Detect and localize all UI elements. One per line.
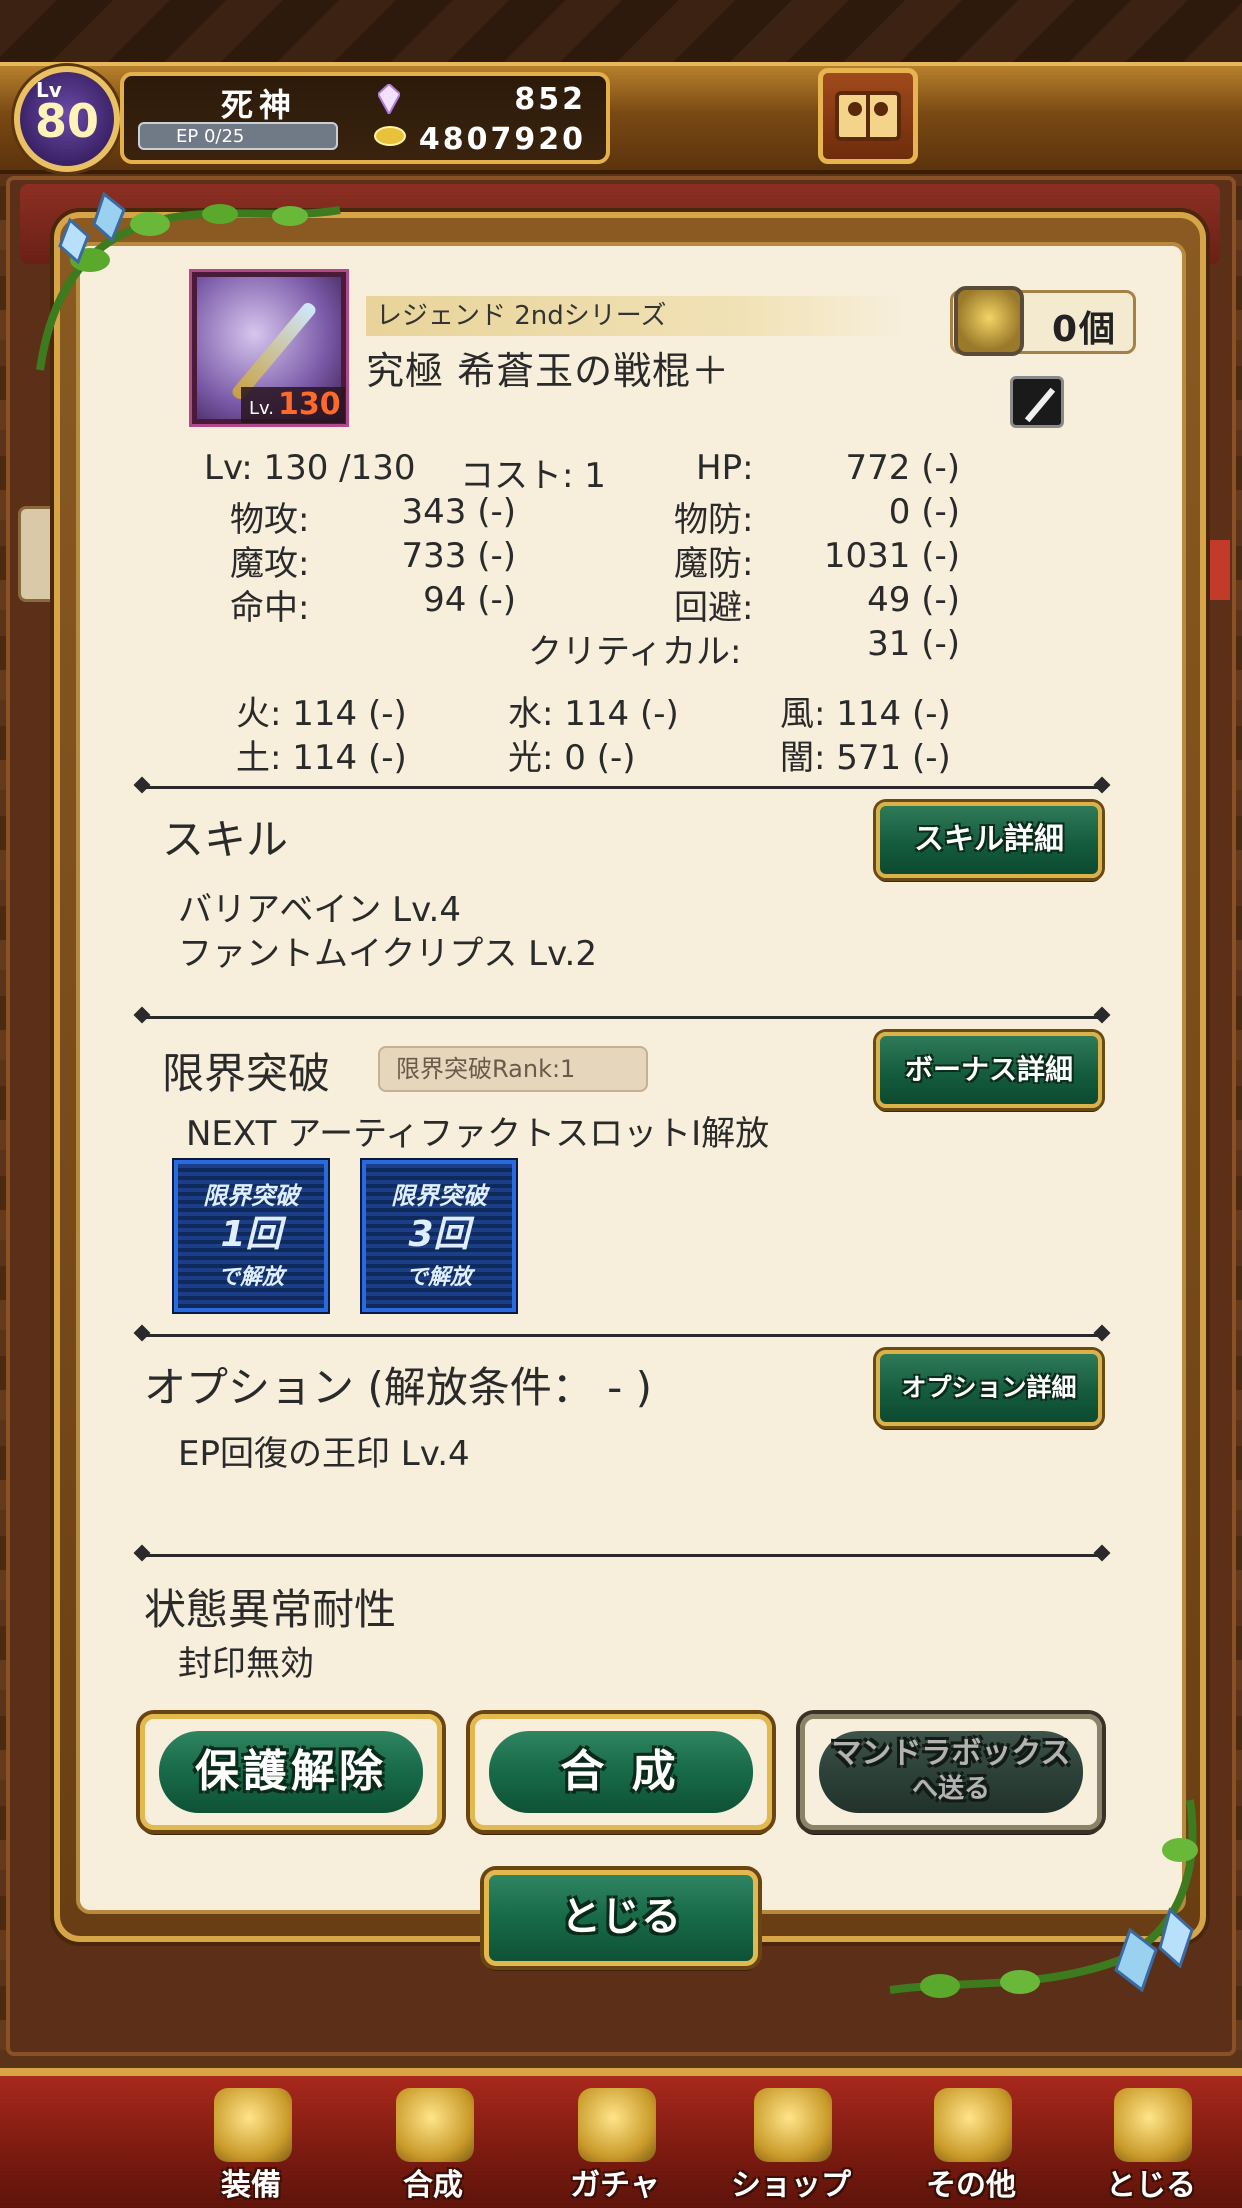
badge-line3: で解放 [217,1265,284,1290]
stat-critical-label: クリティカル: [528,632,742,672]
stat-dark: 闇: 571 (-) [780,738,951,778]
crystal-count: 852 [514,82,586,117]
stat-hp-label: HP: [696,448,754,488]
skill-title: スキル [162,815,289,864]
stat-water: 水: 114 (-) [508,694,679,734]
stat-matk-value: 733 (-) [401,536,516,576]
skill-item: バリアベイン Lv.4 [178,890,461,930]
limit-break-badge: 限界突破 3回 で解放 [362,1160,516,1312]
resistance-text: 封印無効 [178,1644,314,1684]
item-series: レジェンド 2ndシリーズ [366,296,906,336]
bonus-detail-button[interactable]: ボーナス詳細 [876,1032,1102,1108]
stat-evasion-value: 49 (-) [867,580,960,620]
unprotect-button[interactable]: 保護解除 [140,1714,442,1830]
item-thumbnail: Lv. 130 [192,272,346,424]
equipment-icon [214,2088,292,2162]
stat-patk-value: 343 (-) [401,492,516,532]
player-level-badge: Lv 80 [14,66,120,172]
resistance-title: 状態異常耐性 [144,1585,397,1634]
player-level: 80 [34,94,99,148]
nav-close[interactable]: とじる [1076,2084,1226,2208]
badge-line1: 限界突破 [203,1182,299,1210]
item-thumbnail-level-prefix: Lv. [249,398,275,419]
gear-icon [934,2088,1012,2162]
stat-fire: 火: 114 (-) [236,694,407,734]
stat-cost: コスト: 1 [460,456,606,496]
ep-label: EP 0/25 [176,126,245,147]
stat-mdef-value: 1031 (-) [823,536,960,576]
divider [140,1016,1104,1019]
badge-line3: で解放 [405,1265,472,1290]
stat-hp-value: 772 (-) [845,448,960,488]
fuse-button[interactable]: 合 成 [470,1714,772,1830]
item-name: 究極 希蒼玉の戦棍＋ [366,349,731,393]
stat-pdef-label: 物防: [674,500,754,540]
stat-accuracy-value: 94 (-) [423,580,516,620]
item-thumbnail-level-value: 130 [278,387,341,422]
unprotect-label: 保護解除 [195,1746,387,1797]
owned-count: 0個 [1052,309,1118,350]
option-title: オプション (解放条件： - ) [144,1363,652,1412]
nav-equipment[interactable]: 装備 [176,2084,326,2208]
nav-gacha[interactable]: ガチャ [540,2084,690,2208]
book-button[interactable] [818,68,918,164]
staff-icon [1024,387,1056,423]
hammer-icon [396,2088,474,2162]
skill-item: ファントムイクリプス Lv.2 [178,934,597,974]
mandragora-icon [954,286,1024,356]
nav-label: ショップ [731,2168,851,2203]
nav-label: 装備 [221,2168,281,2203]
stat-critical-value: 31 (-) [867,624,960,664]
nav-shop[interactable]: ショップ [716,2084,866,2208]
stat-pdef-value: 0 (-) [888,492,960,532]
coin-count: 4807920 [418,122,586,157]
book-icon [835,91,901,141]
ep-bar: EP 0/25 [138,122,338,150]
close-button[interactable]: とじる [484,1870,758,1966]
divider [140,1554,1104,1557]
close-icon [1114,2088,1192,2162]
stat-mdef-label: 魔防: [674,544,754,584]
limit-break-badge: 限界突破 1回 で解放 [174,1160,328,1312]
weapon-type-icon [1010,376,1064,428]
send-label-line2: へ送る [911,1774,990,1804]
stat-light: 光: 0 (-) [508,738,636,778]
nav-label: その他 [926,2168,1016,2203]
fuse-label: 合 成 [560,1746,682,1797]
divider [140,1334,1104,1337]
stat-matk-label: 魔攻: [230,544,310,584]
limit-break-title: 限界突破 [162,1049,331,1098]
shop-icon [754,2088,832,2162]
nav-label: 合成 [403,2168,463,2203]
gacha-icon [578,2088,656,2162]
player-name: 死神 [220,86,297,124]
divider [140,786,1104,789]
stat-earth: 土: 114 (-) [236,738,407,778]
option-text: EP回復の王印 Lv.4 [178,1434,470,1474]
coin-icon [374,126,406,146]
skill-detail-button[interactable]: スキル詳細 [876,802,1102,878]
nav-fusion[interactable]: 合成 [358,2084,508,2208]
badge-line2: 1回 [220,1214,282,1255]
item-thumbnail-level: Lv. 130 [241,387,345,423]
nav-label: とじる [1106,2168,1196,2203]
stat-level: Lv: 130 /130 [204,448,416,488]
badge-line1: 限界突破 [391,1182,487,1210]
stat-wind: 風: 114 (-) [780,694,951,734]
nav-other[interactable]: その他 [896,2084,1046,2208]
badge-line2: 3回 [408,1214,470,1255]
nav-label: ガチャ [570,2168,660,2203]
stat-accuracy-label: 命中: [230,588,310,628]
send-to-mandra-box-button[interactable]: マンドラボックス へ送る [800,1714,1102,1830]
option-detail-button[interactable]: オプション詳細 [876,1350,1102,1426]
stat-evasion-label: 回避: [674,588,754,628]
player-panel: 死神 EP 0/25 852 4807920 [120,72,610,164]
send-label-line1: マンドラボックス [831,1736,1071,1771]
limit-break-rank: 限界突破Rank:1 [378,1046,648,1092]
stat-patk-label: 物攻: [230,500,310,540]
crystal-icon [378,84,400,114]
limit-break-next: NEXT アーティファクトスロットⅠ解放 [186,1114,770,1154]
background-top [0,0,1242,70]
